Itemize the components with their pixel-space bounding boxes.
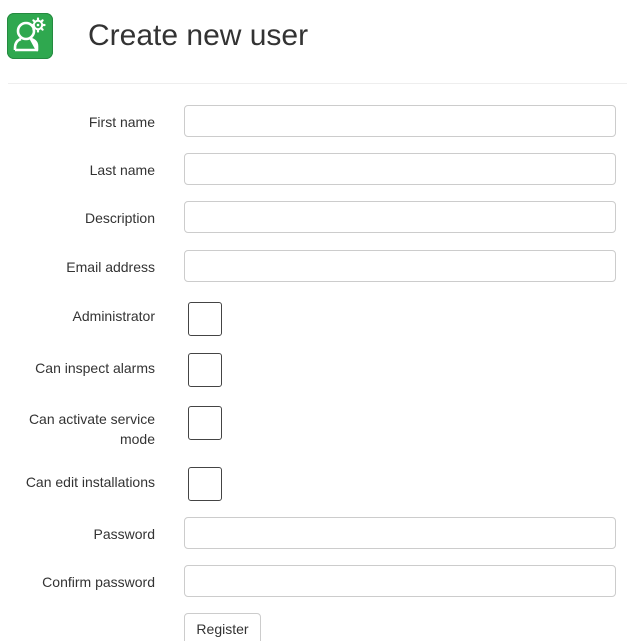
email-input[interactable] <box>184 250 616 282</box>
email-label: Email address <box>66 259 155 275</box>
description-input[interactable] <box>184 201 616 233</box>
register-button[interactable]: Register <box>184 613 261 641</box>
header-divider <box>8 83 627 84</box>
administrator-checkbox[interactable] <box>188 302 222 336</box>
can-edit-installations-label: Can edit installations <box>25 474 155 490</box>
user-gear-icon <box>7 13 53 59</box>
page-title: Create new user <box>88 19 309 52</box>
page-header: Create new user <box>0 0 627 84</box>
first-name-label: First name <box>88 114 155 130</box>
password-label: Password <box>93 526 155 542</box>
confirm-password-input[interactable] <box>184 565 616 597</box>
administrator-label: Administrator <box>72 308 155 324</box>
can-activate-service-mode-label: Can activate service mode <box>28 411 155 447</box>
can-activate-service-mode-checkbox[interactable] <box>188 406 222 440</box>
can-inspect-alarms-label: Can inspect alarms <box>35 360 155 376</box>
password-input[interactable] <box>184 517 616 549</box>
can-edit-installations-checkbox[interactable] <box>188 467 222 501</box>
can-inspect-alarms-checkbox[interactable] <box>188 353 222 387</box>
confirm-password-label: Confirm password <box>42 574 155 590</box>
last-name-input[interactable] <box>184 153 616 185</box>
last-name-label: Last name <box>89 162 155 178</box>
description-label: Description <box>84 210 155 226</box>
first-name-input[interactable] <box>184 105 616 137</box>
